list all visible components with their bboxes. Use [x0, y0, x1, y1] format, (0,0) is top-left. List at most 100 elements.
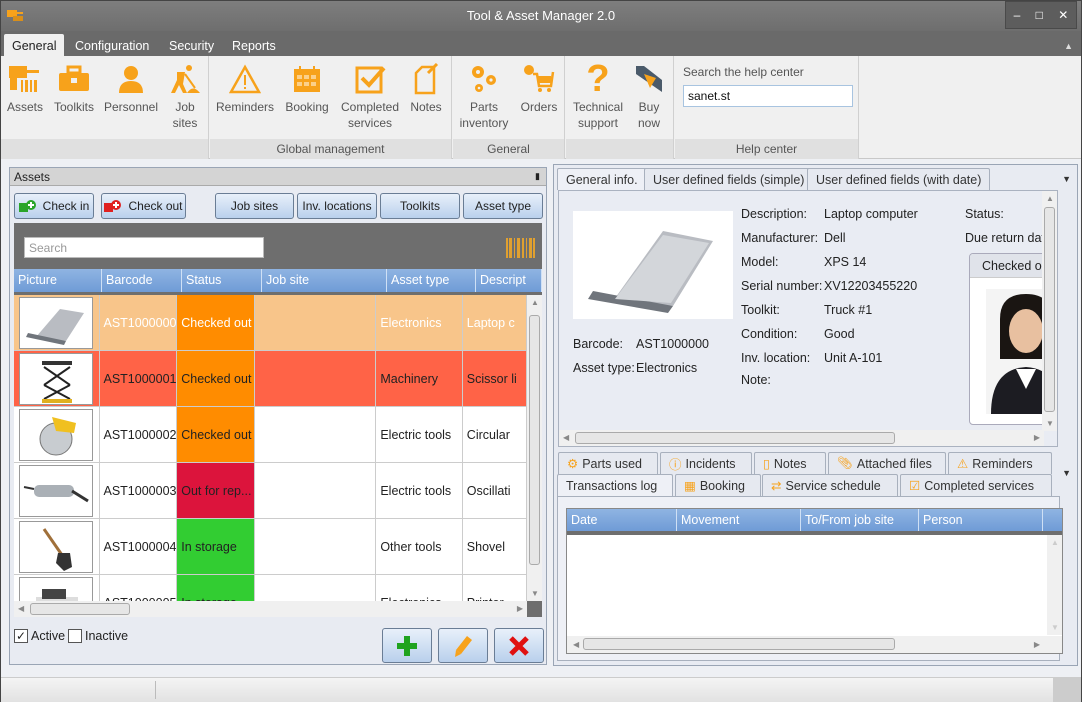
table-row[interactable]: AST1000003 Out for rep... Electric tools Os…: [14, 463, 527, 519]
check-out-button[interactable]: Check out: [101, 193, 186, 219]
assets-horizontal-scrollbar[interactable]: ◀ ▶: [14, 601, 527, 617]
parts-inventory-button[interactable]: Parts inventory: [457, 62, 511, 131]
cell-job-site: [255, 351, 377, 406]
inv-locations-filter-button[interactable]: Inv. locations: [297, 193, 377, 219]
help-search-label: Search the help center: [683, 65, 804, 79]
column-header-description[interactable]: Descript: [476, 269, 542, 292]
note-icon: ▯: [763, 457, 770, 471]
cell-barcode: AST1000001: [100, 351, 178, 406]
tab-reminders[interactable]: ⚠ Reminders: [948, 452, 1052, 474]
log-vertical-scrollbar[interactable]: ▲ ▼: [1047, 535, 1062, 635]
table-row[interactable]: AST1000002 Checked out Electric tools Circu…: [14, 407, 527, 463]
checkmark-icon: ✓: [14, 629, 28, 643]
personnel-button[interactable]: Personnel: [103, 62, 159, 115]
tabs-overflow-dropdown-icon[interactable]: ▼: [1062, 174, 1071, 184]
maximize-button[interactable]: □: [1036, 8, 1043, 22]
orders-button[interactable]: Orders: [517, 62, 561, 115]
table-row[interactable]: AST1000001 Checked out Machinery Scissor li: [14, 351, 527, 407]
assets-button[interactable]: Assets: [5, 62, 45, 115]
tab-incidents[interactable]: ⓘ Incidents: [660, 452, 752, 474]
help-search-input[interactable]: [683, 85, 853, 107]
ribbon-group-global-management: Reminders Booking Completed services Not…: [210, 56, 452, 159]
gears-icon: ⚙: [567, 457, 579, 471]
cell-description: Shovel: [463, 519, 527, 574]
asset-type-filter-button[interactable]: Asset type: [463, 193, 543, 219]
cell-description: Printer: [463, 575, 527, 601]
check-in-icon: [18, 200, 36, 212]
assets-vertical-scrollbar[interactable]: ▲ ▼: [527, 295, 542, 601]
barcode-scan-icon[interactable]: [506, 238, 536, 258]
tab-service-schedule[interactable]: ⇄ Service schedule: [762, 474, 898, 496]
pin-icon[interactable]: ▮: [535, 171, 540, 182]
column-header-person[interactable]: Person: [919, 509, 1043, 531]
tab-parts-used[interactable]: ⚙ Parts used: [558, 452, 658, 474]
column-header-asset-type[interactable]: Asset type: [387, 269, 476, 292]
table-row[interactable]: AST1000000 Checked out Electronics Laptop c: [14, 295, 527, 351]
reminders-button[interactable]: Reminders: [216, 62, 274, 115]
column-header-barcode[interactable]: Barcode: [102, 269, 182, 292]
paperclip-icon: 📎︎: [837, 456, 853, 470]
tab-general[interactable]: General: [4, 34, 65, 56]
info-vertical-scrollbar[interactable]: ▲ ▼: [1042, 191, 1057, 431]
tab-attached-files[interactable]: 📎︎ Attached files: [828, 452, 946, 474]
column-header-date[interactable]: Date: [567, 509, 677, 531]
tab-reports[interactable]: Reports: [224, 34, 284, 56]
tab-configuration[interactable]: Configuration: [67, 34, 157, 56]
add-asset-button[interactable]: [382, 628, 432, 663]
table-row[interactable]: AST1000005In storage ElectronicsPrinter: [14, 575, 527, 601]
note-icon: [414, 63, 439, 95]
tab-user-defined-simple[interactable]: User defined fields (simple): [644, 168, 814, 190]
active-checkbox[interactable]: ✓ Active: [14, 629, 65, 643]
tab-transactions-log[interactable]: Transactions log: [557, 474, 673, 496]
close-button[interactable]: ✕: [1058, 8, 1068, 22]
general-info-content: Barcode: AST1000000 Asset type: Electron…: [558, 190, 1058, 447]
check-in-button[interactable]: Check in: [14, 193, 94, 219]
delete-asset-button[interactable]: [494, 628, 544, 663]
cell-picture: [14, 295, 100, 350]
cell-description: Oscillati: [463, 463, 527, 518]
toolkit-value: Truck #1: [824, 303, 873, 317]
inactive-checkbox[interactable]: Inactive: [68, 629, 128, 643]
booking-button[interactable]: Booking: [282, 62, 332, 115]
column-header-picture[interactable]: Picture: [14, 269, 102, 292]
asset-details-panel: General info. User defined fields (simpl…: [553, 164, 1078, 666]
completed-services-button[interactable]: Completed services: [338, 62, 402, 131]
assets-panel: Assets ▮ Check in Check out Job sites In…: [9, 167, 547, 665]
asset-thumbnail: [19, 520, 94, 573]
technical-support-button[interactable]: ? Technical support: [570, 60, 626, 131]
tab-user-defined-date[interactable]: User defined fields (with date): [807, 168, 991, 190]
minimize-button[interactable]: ‒: [1014, 8, 1021, 22]
tab-booking[interactable]: ▦ Booking: [675, 474, 761, 496]
status-badge: Checked out: [177, 407, 255, 462]
lower-tabs-overflow-icon[interactable]: ▼: [1062, 468, 1071, 478]
edit-asset-button[interactable]: [438, 628, 488, 663]
info-horizontal-scrollbar[interactable]: ◀ ▶: [559, 430, 1044, 446]
toolkits-button[interactable]: Toolkits: [51, 62, 97, 115]
asset-thumbnail: [19, 408, 94, 461]
cell-barcode: AST1000004: [100, 519, 178, 574]
toolkits-filter-button[interactable]: Toolkits: [380, 193, 460, 219]
window-title: Tool & Asset Manager 2.0: [466, 8, 616, 23]
cell-asset-type: Electronics: [376, 295, 463, 350]
column-header-movement[interactable]: Movement: [677, 509, 801, 531]
buy-now-button[interactable]: Buy now: [630, 62, 668, 131]
notes-button[interactable]: Notes: [406, 62, 446, 115]
job-sites-filter-button[interactable]: Job sites: [215, 193, 294, 219]
table-row[interactable]: AST1000004 In storage Other tools Shovel: [14, 519, 527, 575]
collapse-ribbon-icon[interactable]: ▲: [1064, 41, 1073, 51]
log-horizontal-scrollbar[interactable]: ◀ ▶: [567, 636, 1062, 653]
column-header-status[interactable]: Status: [182, 269, 262, 292]
tab-security[interactable]: Security: [161, 34, 222, 56]
assets-search-input[interactable]: Search: [24, 237, 264, 258]
tab-general-info[interactable]: General info.: [557, 168, 647, 190]
column-header-to-from-job-site[interactable]: To/From job site: [801, 509, 919, 531]
gears-icon: [472, 66, 496, 92]
resize-grip-icon[interactable]: [1053, 678, 1081, 702]
ribbon-group-support: ? Technical support Buy now: [566, 56, 674, 159]
job-sites-button[interactable]: Job sites: [165, 62, 205, 131]
asset-type-value: Electronics: [636, 361, 698, 375]
column-header-job-site[interactable]: Job site: [262, 269, 387, 292]
tab-notes[interactable]: ▯ Notes: [754, 452, 826, 474]
assets-grid: Search Picture Barcode Status Job site A…: [14, 223, 542, 617]
tab-completed-services[interactable]: ☑ Completed services: [900, 474, 1052, 496]
